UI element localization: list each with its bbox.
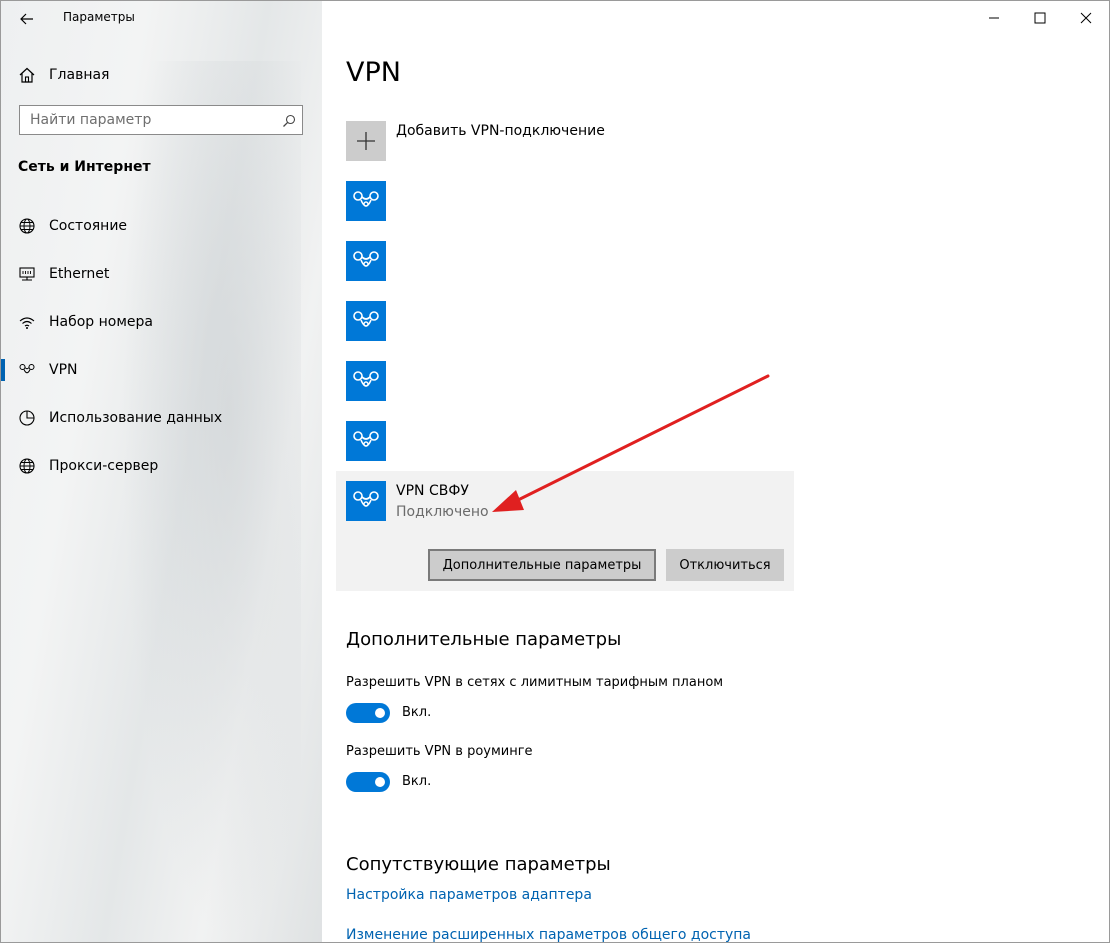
advanced-options-button[interactable]: Дополнительные параметры — [428, 549, 656, 581]
close-icon — [1080, 12, 1092, 24]
search-input[interactable] — [20, 106, 290, 134]
app-title: Параметры — [63, 10, 135, 24]
roaming-toggle[interactable] — [346, 772, 390, 792]
vpn-icon — [353, 311, 379, 327]
disconnect-button[interactable]: Отключиться — [666, 549, 784, 581]
sidebar-item-ethernet[interactable]: Ethernet — [1, 254, 322, 294]
plus-icon — [357, 132, 375, 150]
close-button[interactable] — [1063, 1, 1109, 35]
sidebar: Параметры Главная Сеть и Интернет Состоя… — [1, 1, 322, 942]
vpn-icon — [353, 491, 379, 507]
sidebar-item-dialup[interactable]: Набор номера — [1, 302, 322, 342]
sidebar-item-label: Состояние — [49, 218, 128, 234]
adapter-settings-link[interactable]: Настройка параметров адаптера — [346, 887, 592, 903]
vpn-connection-item[interactable] — [346, 421, 386, 461]
vpn-connection-item[interactable] — [346, 361, 386, 401]
related-heading: Сопутствующие параметры — [346, 854, 611, 875]
dialup-icon — [18, 313, 36, 331]
advanced-heading: Дополнительные параметры — [346, 629, 622, 650]
globe-icon — [18, 457, 36, 475]
sidebar-item-label: Главная — [49, 67, 110, 83]
active-indicator — [1, 359, 5, 381]
sidebar-item-status[interactable]: Состояние — [1, 206, 322, 246]
minimize-button[interactable] — [971, 1, 1017, 35]
sharing-settings-link[interactable]: Изменение расширенных параметров общего … — [346, 927, 751, 942]
sidebar-item-data-usage[interactable]: Использование данных — [1, 398, 322, 438]
settings-window: Параметры Главная Сеть и Интернет Состоя… — [0, 0, 1110, 943]
globe-icon — [18, 217, 36, 235]
window-controls — [971, 1, 1109, 35]
sidebar-item-label: Набор номера — [49, 314, 154, 330]
search-icon[interactable] — [282, 113, 296, 127]
maximize-button[interactable] — [1017, 1, 1063, 35]
sidebar-item-label: Использование данных — [49, 410, 223, 426]
vpn-icon — [353, 251, 379, 267]
sidebar-item-vpn[interactable]: VPN — [1, 350, 322, 390]
vpn-connection-item[interactable] — [346, 181, 386, 221]
add-tile — [346, 121, 386, 161]
page-title: VPN — [346, 57, 401, 88]
vpn-connection-status: Подключено — [396, 504, 489, 520]
setting-label-metered: Разрешить VPN в сетях с лимитным тарифны… — [346, 675, 724, 690]
sidebar-item-label: VPN — [49, 362, 78, 378]
sidebar-item-label: Ethernet — [49, 266, 110, 282]
toggle-state: Вкл. — [402, 774, 432, 789]
vpn-icon — [18, 361, 36, 379]
vpn-connection-name: VPN СВФУ — [396, 483, 469, 499]
metered-toggle[interactable] — [346, 703, 390, 723]
vpn-icon — [353, 371, 379, 387]
minimize-icon — [989, 17, 999, 19]
back-arrow-icon[interactable] — [17, 9, 37, 29]
title-bar: Параметры — [1, 1, 322, 37]
setting-label-roaming: Разрешить VPN в роуминге — [346, 744, 533, 759]
sidebar-item-home[interactable]: Главная — [1, 55, 322, 95]
section-heading: Сеть и Интернет — [18, 159, 151, 175]
add-vpn-label: Добавить VPN-подключение — [396, 123, 605, 139]
home-icon — [18, 66, 36, 84]
vpn-connection-selected[interactable]: VPN СВФУ Подключено Дополнительные парам… — [336, 471, 794, 591]
vpn-icon — [353, 191, 379, 207]
sidebar-item-proxy[interactable]: Прокси-сервер — [1, 446, 322, 486]
vpn-tile — [346, 481, 386, 521]
search-box — [19, 105, 303, 135]
vpn-icon — [353, 431, 379, 447]
main-content: VPN Добавить VPN-подключение VPN СВФУ По… — [322, 1, 1109, 942]
data-usage-icon — [18, 409, 36, 427]
ethernet-icon — [18, 265, 36, 283]
vpn-connection-item[interactable] — [346, 301, 386, 341]
vpn-connection-item[interactable] — [346, 241, 386, 281]
sidebar-item-label: Прокси-сервер — [49, 458, 159, 474]
toggle-state: Вкл. — [402, 705, 432, 720]
maximize-icon — [1034, 12, 1046, 24]
